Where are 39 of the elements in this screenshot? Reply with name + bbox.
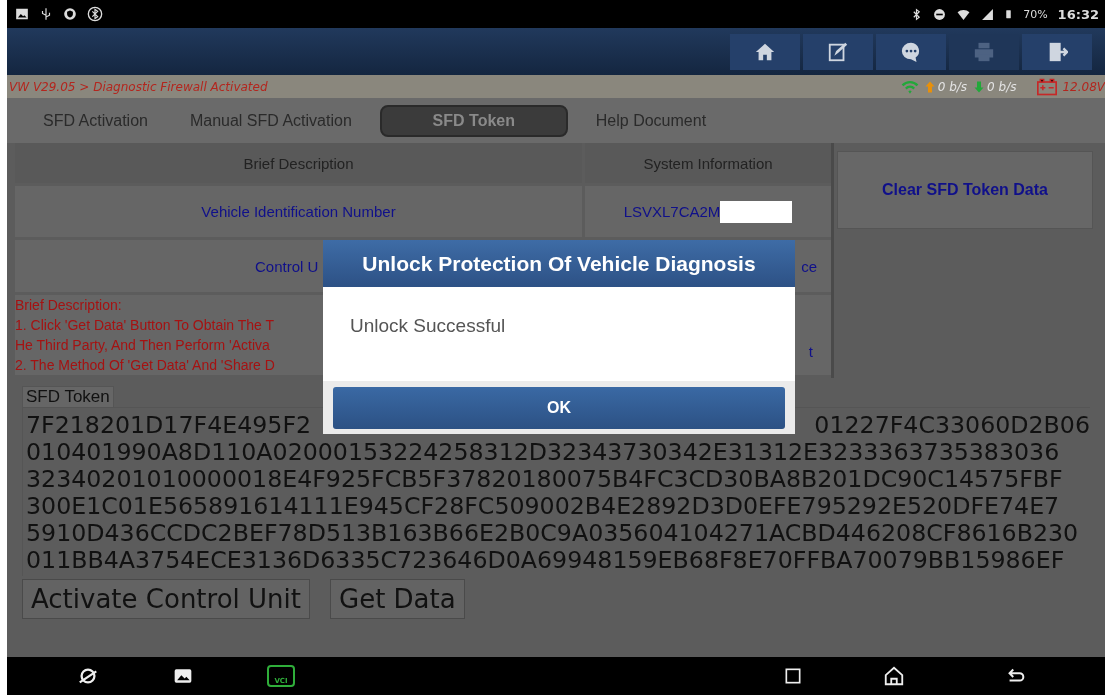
clear-token-button[interactable]: Clear SFD Token Data (837, 151, 1093, 229)
bluetooth-circle-icon (87, 6, 103, 22)
battery-icon (1004, 7, 1014, 21)
wifi-icon (956, 7, 972, 21)
home-icon (883, 665, 905, 687)
tab[interactable]: Help Document (581, 106, 721, 135)
battery-voltage: 12.08V (1062, 79, 1105, 94)
action-button[interactable]: Activate Control Unit (22, 579, 310, 619)
signal-icon (981, 7, 995, 21)
tab[interactable]: Manual SFD Activation (175, 106, 366, 135)
recent-apps-icon (783, 666, 803, 686)
table-cell: Vehicle Identification Number (15, 186, 582, 237)
home-button[interactable] (730, 33, 800, 70)
usb-icon (39, 7, 53, 21)
action-button[interactable]: Get Data (330, 579, 465, 619)
chat-bubble-button[interactable] (876, 33, 946, 70)
dialog-message: Unlock Successful (350, 315, 506, 336)
dialog-title: Unlock Protection Of Vehicle Diagnosis (323, 240, 795, 287)
breadcrumb-path: VW V29.05 > Diagnostic Firewall Activated (9, 79, 269, 94)
do-not-disturb-icon (933, 7, 947, 21)
upload-speed: 0 b/s (937, 79, 968, 94)
tab[interactable]: SFD Token (379, 104, 568, 137)
table-cell-text: t (808, 343, 813, 360)
token-label: SFD Token (22, 386, 114, 407)
clock-time: 16:32 (1057, 6, 1099, 22)
table-cell-text: Control U (255, 257, 319, 275)
edit-icon (827, 40, 849, 63)
image-icon (15, 7, 29, 21)
edit-button[interactable] (803, 33, 873, 70)
printer-icon (973, 40, 995, 63)
table-cell-text: ce (801, 257, 817, 275)
download-speed: 0 b/s (987, 79, 1017, 94)
vin-text: LSVXL7CA2M (623, 203, 721, 220)
exit-button[interactable] (1022, 33, 1092, 70)
image-icon (173, 666, 193, 686)
battery-percent: 70% (1023, 7, 1048, 21)
chat-bubble-icon (900, 40, 922, 63)
ok-button[interactable]: OK (333, 387, 785, 429)
tab[interactable]: SFD Activation (29, 106, 162, 135)
